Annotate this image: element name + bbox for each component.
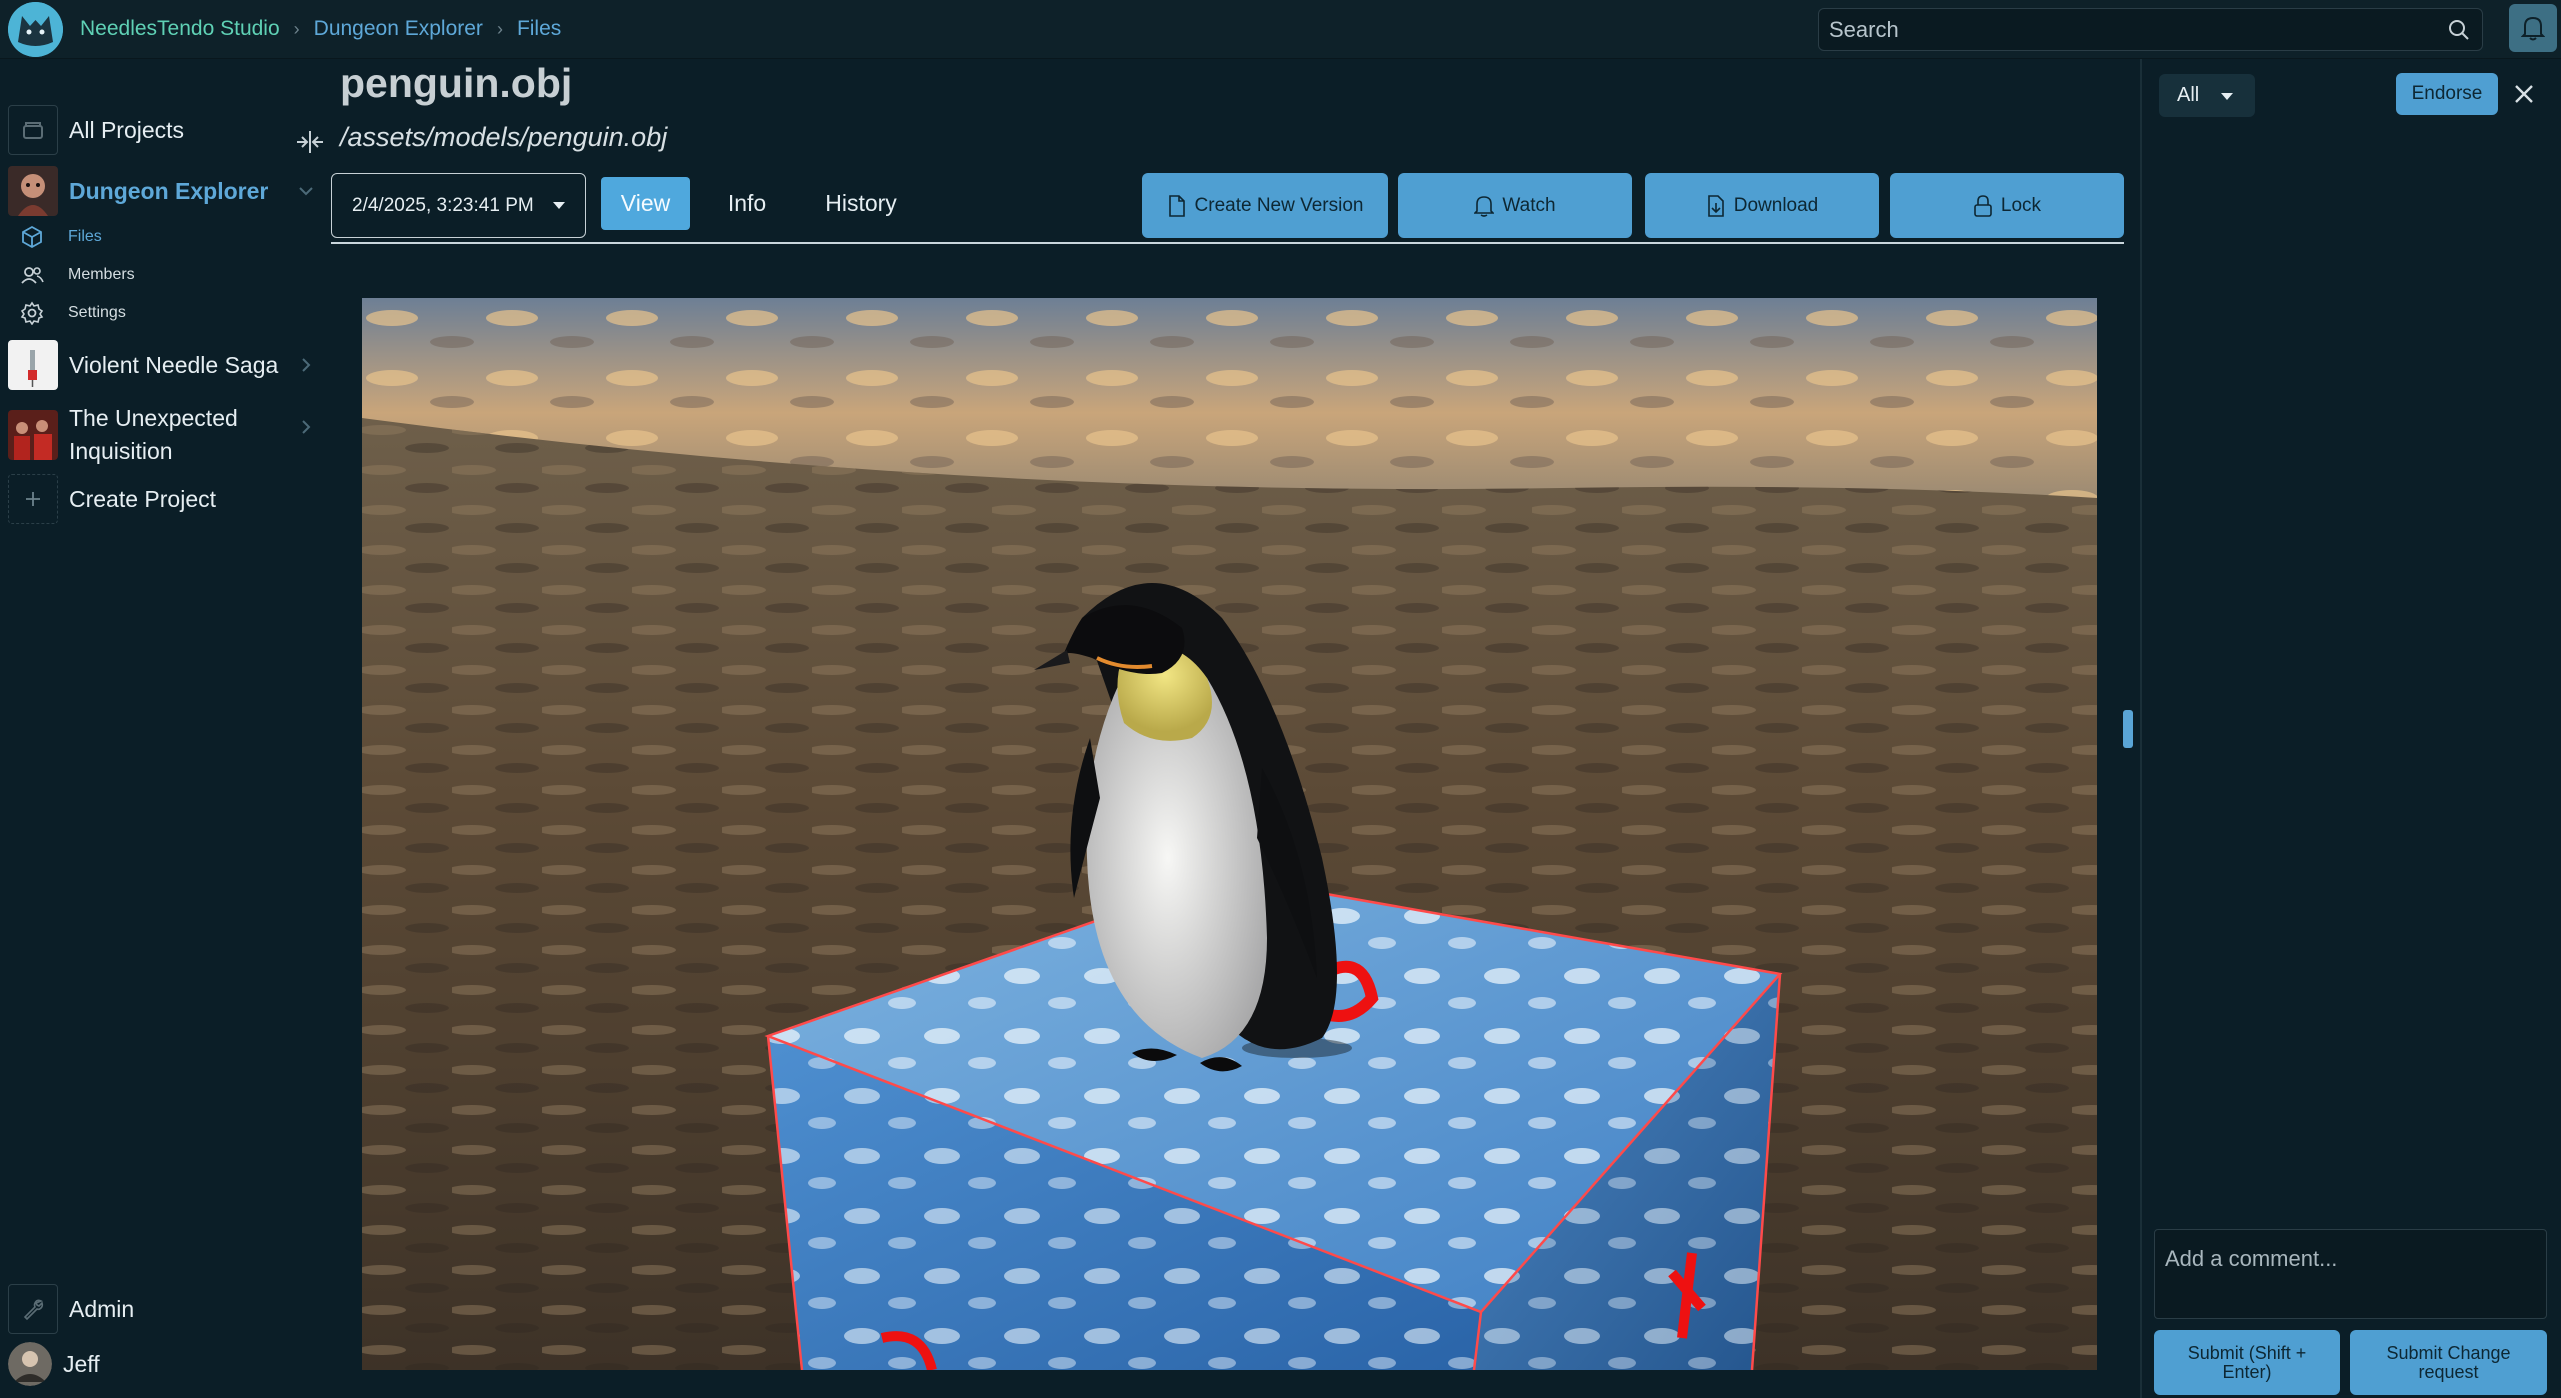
project-avatar xyxy=(8,410,58,460)
sidebar-item-label: Violent Needle Saga xyxy=(69,351,279,378)
model-viewer[interactable] xyxy=(362,298,2097,1370)
sidebar-item-label: Dungeon Explorer xyxy=(69,177,269,204)
sidebar-item-label: All Projects xyxy=(69,116,185,143)
breadcrumb-org[interactable]: NeedlesTendo Studio xyxy=(80,17,280,41)
sidebar-item-admin[interactable]: Admin xyxy=(8,1284,134,1334)
collapse-sidebar-icon[interactable] xyxy=(295,129,325,155)
close-icon[interactable] xyxy=(2511,81,2537,107)
chevron-right-icon: › xyxy=(496,18,503,39)
sidebar-item-label: Members xyxy=(68,266,135,283)
sidebar-item-label: The Unexpected Inquisition xyxy=(69,405,238,464)
breadcrumb: NeedlesTendo Studio › Dungeon Explorer ›… xyxy=(80,17,561,41)
file-path: /assets/models/penguin.obj xyxy=(340,122,668,152)
sidebar-item-label: Settings xyxy=(68,304,126,321)
chevron-right-icon[interactable] xyxy=(298,357,314,373)
wrench-icon xyxy=(8,1284,58,1334)
comment-filter-select[interactable]: All xyxy=(2159,74,2255,117)
search-box xyxy=(1818,8,2483,51)
breadcrumb-files[interactable]: Files xyxy=(517,17,561,41)
plus-icon xyxy=(8,474,58,524)
sidebar-item-label: Create Project xyxy=(69,485,217,512)
search-input[interactable] xyxy=(1819,9,2482,50)
comment-input[interactable] xyxy=(2154,1229,2547,1319)
sidebar-item-label: Files xyxy=(68,228,102,245)
cube-icon xyxy=(22,225,42,249)
panel-resize-handle[interactable] xyxy=(2123,710,2133,748)
avatar xyxy=(8,1342,52,1386)
sidebar-item-settings[interactable]: Settings xyxy=(20,301,126,325)
notifications-button[interactable] xyxy=(2509,4,2557,52)
submit-comment-button[interactable]: Submit (Shift + Enter) xyxy=(2154,1330,2340,1395)
version-select[interactable]: 2/4/2025, 3:23:41 PM xyxy=(331,173,586,238)
chevron-right-icon[interactable] xyxy=(298,419,314,435)
chevron-down-icon[interactable] xyxy=(298,183,314,199)
sidebar-item-unexpected-inquisition[interactable]: The Unexpected Inquisition xyxy=(8,402,269,468)
lock-button[interactable]: Lock xyxy=(1890,173,2124,238)
search-icon[interactable] xyxy=(2448,19,2470,41)
watch-button[interactable]: Watch xyxy=(1398,173,1632,238)
endorse-button[interactable]: Endorse xyxy=(2396,73,2498,115)
sidebar-item-label: Admin xyxy=(69,1295,135,1322)
download-button[interactable]: Download xyxy=(1645,173,1879,238)
project-avatar xyxy=(8,340,58,390)
user-profile[interactable]: Jeff xyxy=(8,1342,100,1386)
sidebar: All Projects Dungeon Explorer Files Memb… xyxy=(0,59,328,1398)
gear-icon xyxy=(20,301,44,325)
folder-icon xyxy=(8,105,58,155)
chevron-right-icon: › xyxy=(293,18,300,39)
sidebar-item-violent-needle-saga[interactable]: Violent Needle Saga xyxy=(8,340,278,390)
tab-view[interactable]: View xyxy=(601,177,690,230)
sidebar-item-members[interactable]: Members xyxy=(20,263,135,287)
sidebar-item-all-projects[interactable]: All Projects xyxy=(8,105,184,155)
panel-divider xyxy=(2140,59,2142,1398)
lock-icon xyxy=(1974,194,1992,217)
members-icon xyxy=(21,267,44,284)
create-new-version-button[interactable]: Create New Version xyxy=(1142,173,1388,238)
top-bar: NeedlesTendo Studio › Dungeon Explorer ›… xyxy=(0,0,2561,59)
button-label: Watch xyxy=(1502,194,1556,216)
file-icon xyxy=(1168,194,1185,217)
page-title: penguin.obj xyxy=(340,60,573,106)
tab-info[interactable]: Info xyxy=(706,177,788,230)
tab-history[interactable]: History xyxy=(806,177,916,230)
sidebar-item-dungeon-explorer[interactable]: Dungeon Explorer xyxy=(8,166,268,216)
button-label: Lock xyxy=(2000,194,2042,216)
submit-change-request-button[interactable]: Submit Change request xyxy=(2350,1330,2547,1395)
caret-down-icon xyxy=(2221,93,2233,100)
penguin-model-render[interactable] xyxy=(362,298,2097,1370)
filter-value: All xyxy=(2177,84,2200,106)
bell-icon xyxy=(1474,195,1495,217)
bell-icon xyxy=(2521,16,2545,41)
breadcrumb-project[interactable]: Dungeon Explorer xyxy=(314,17,483,41)
download-file-icon xyxy=(1707,194,1724,217)
studio-logo-icon[interactable] xyxy=(8,2,63,57)
project-avatar xyxy=(8,166,58,216)
caret-down-icon xyxy=(553,202,565,209)
version-value: 2/4/2025, 3:23:41 PM xyxy=(352,194,534,216)
user-name: Jeff xyxy=(63,1350,100,1377)
button-label: Download xyxy=(1733,194,1819,216)
tabs-divider xyxy=(331,242,2124,244)
create-project-button[interactable]: Create Project xyxy=(8,474,216,524)
sidebar-item-files[interactable]: Files xyxy=(20,225,102,249)
button-label: Create New Version xyxy=(1194,194,1364,216)
